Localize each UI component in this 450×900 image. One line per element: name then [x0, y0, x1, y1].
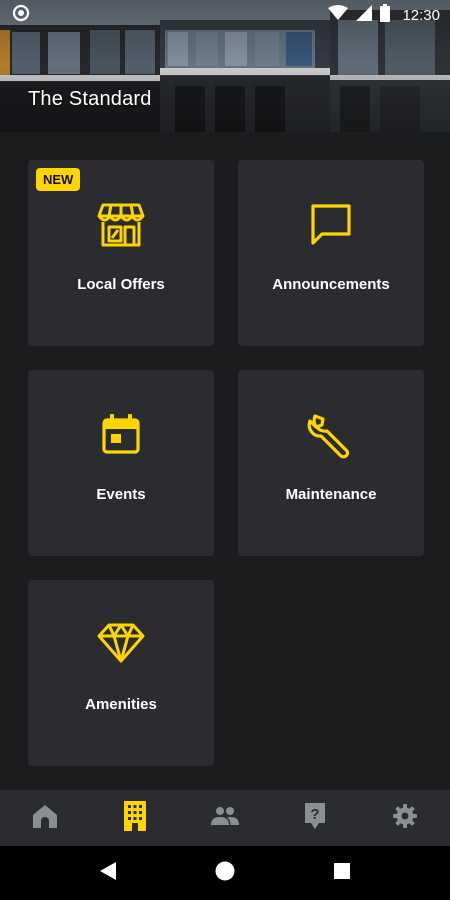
signal-icon [356, 5, 373, 25]
bottom-tab-bar: ? [0, 790, 450, 846]
store-icon [97, 202, 145, 253]
tab-people[interactable] [180, 790, 270, 846]
back-button[interactable] [78, 846, 138, 900]
tile-events[interactable]: Events [28, 370, 214, 556]
status-bar: 12:30 [0, 0, 450, 30]
tile-label: Announcements [272, 276, 390, 293]
people-icon [211, 806, 239, 831]
tab-building[interactable] [90, 790, 180, 846]
recents-button[interactable] [312, 846, 372, 900]
tile-maintenance[interactable]: Maintenance [238, 370, 424, 556]
tile-label: Local Offers [77, 276, 165, 293]
tile-label: Events [96, 486, 146, 503]
help-icon: ? [303, 802, 327, 835]
chat-bubble-icon [308, 202, 354, 253]
status-time: 12:30 [402, 6, 440, 24]
system-nav-bar [0, 846, 450, 900]
home-button[interactable] [195, 846, 255, 900]
tile-label: Amenities [85, 696, 157, 713]
wifi-icon [328, 5, 349, 25]
calendar-icon [100, 412, 142, 461]
tab-help[interactable]: ? [270, 790, 360, 846]
diamond-icon [97, 622, 145, 669]
gear-icon [392, 803, 418, 834]
recents-square-icon [333, 862, 351, 885]
new-badge: NEW [36, 168, 81, 191]
home-circle-icon [215, 861, 235, 886]
back-triangle-icon [99, 861, 117, 886]
tab-settings[interactable] [360, 790, 450, 846]
tab-home[interactable] [0, 790, 90, 846]
notification-icon [12, 4, 30, 26]
battery-icon [380, 4, 391, 26]
tile-amenities[interactable]: Amenities [28, 580, 214, 766]
home-icon [32, 803, 58, 834]
page-title: The Standard [28, 88, 152, 110]
building-icon [123, 800, 147, 837]
wrench-icon [307, 412, 355, 465]
tile-label: Maintenance [285, 486, 377, 503]
tile-local-offers[interactable]: NEW Local Offers [28, 160, 214, 346]
tile-announcements[interactable]: Announcements [238, 160, 424, 346]
svg-text:?: ? [310, 806, 319, 823]
